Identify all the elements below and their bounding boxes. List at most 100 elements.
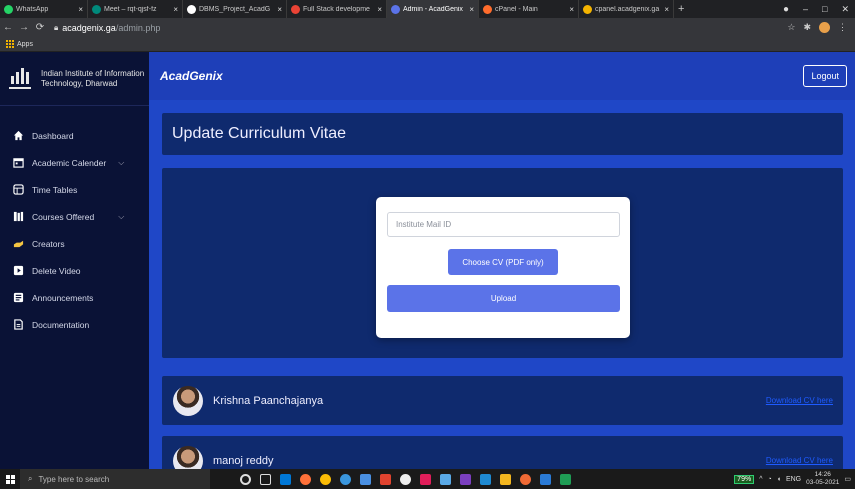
url-host: acadgenix.ga [62,22,116,33]
institute-name: Indian Institute of Information Technolo… [41,68,145,88]
address-bar: ← → ⟳ 🔒︎ acadgenix.ga/admin.php ☆ ✱ ⋮ [0,18,855,37]
chrome-icon[interactable] [320,473,331,485]
list-item: Krishna Paanchajanya Download CV here [162,376,843,425]
tray-chevron-icon[interactable]: ^ [759,476,762,483]
app-dot-icon[interactable] [520,473,531,485]
chevron-down-icon[interactable]: ⌵ [118,212,124,222]
notifications-icon[interactable]: ▭ [844,475,851,483]
sidebar-item-documentation[interactable]: Documentation [0,311,149,338]
restore-button[interactable]: □ [822,4,827,15]
extension-icon[interactable]: ✱ [803,22,811,33]
visual-studio-icon[interactable] [460,473,471,485]
record-icon[interactable]: ● [783,4,789,15]
home-icon [12,130,24,142]
battery-indicator[interactable]: 79% [734,474,755,484]
institute-mail-input[interactable] [387,212,620,237]
volume-icon[interactable]: ◖ [777,476,781,483]
sidebar-item-label: Courses Offered [32,211,95,222]
sidebar-item-creators[interactable]: Creators [0,230,149,257]
tab-favicon-icon [583,4,592,14]
close-tab-icon[interactable]: × [173,5,178,14]
megaphone-icon [12,292,24,304]
browser-tab[interactable]: Admin - AcadGenix × [387,0,479,18]
address-actions: ☆ ✱ ⋮ [787,22,855,33]
close-window-button[interactable]: ✕ [841,4,849,15]
tab-label: Full Stack developme [303,5,370,13]
sidebar-item-dashboard[interactable]: Dashboard [0,122,149,149]
bookmarks-bar: Apps [0,37,855,52]
edge-icon[interactable] [340,473,351,485]
minimize-button[interactable]: – [803,4,808,15]
menu-dots-icon[interactable]: ⋮ [838,22,847,33]
close-tab-icon[interactable]: × [377,5,382,14]
video-icon [12,265,24,277]
form-panel: Choose CV (PDF only) Upload [162,168,843,358]
main-area: AcadGenix Logout Update Curriculum Vitae… [149,52,855,469]
taskbar-search-placeholder: Type here to search [38,474,110,484]
sidebar-item-announcements[interactable]: Announcements [0,284,149,311]
sidebar: Indian Institute of Information Technolo… [0,52,149,469]
store-icon[interactable] [280,473,291,485]
language-label[interactable]: ENG [786,476,801,483]
slack-icon[interactable] [420,473,431,485]
chevron-down-icon[interactable]: ⌵ [118,158,124,168]
table-icon [12,184,24,196]
browser-tab[interactable]: WhatsApp × [0,0,88,18]
forward-icon[interactable]: → [16,22,32,33]
close-tab-icon[interactable]: × [469,5,474,14]
close-tab-icon[interactable]: × [664,5,669,14]
apps-grid-icon[interactable] [6,40,14,48]
mail-icon[interactable] [360,473,371,485]
close-tab-icon[interactable]: × [277,5,282,14]
download-cv-link[interactable]: Download CV here [766,396,833,405]
sidebar-item-label: Academic Calender [32,157,107,168]
browser-tabstrip: WhatsApp × Meet – rqt-qjsf-fz × DBMS_Project… [0,0,855,18]
brand-name[interactable]: AcadGenix [160,69,223,83]
sidebar-item-courses-offered[interactable]: Courses Offered ⌵ [0,203,149,230]
cortana-icon[interactable] [240,473,251,485]
upload-button[interactable]: Upload [387,285,620,312]
tab-label: cpanel.acadgenix.ga [595,5,660,13]
tab-label: DBMS_Project_AcadG [199,5,271,13]
office-icon[interactable] [380,473,391,485]
windows-start-icon[interactable] [0,469,20,489]
list-item: manoj reddy Download CV here [162,436,843,469]
profile-avatar-icon[interactable] [819,22,830,33]
url-field[interactable]: 🔒︎ acadgenix.ga/admin.php [54,23,160,33]
app-s-icon[interactable] [500,473,511,485]
close-tab-icon[interactable]: × [569,5,574,14]
taskbar-search[interactable]: ⌕ Type here to search [20,469,210,489]
title-card: Update Curriculum Vitae [162,113,843,155]
new-tab-button[interactable]: + [674,0,688,18]
bookmark-apps[interactable]: Apps [17,41,33,48]
app-blue-icon[interactable] [540,473,551,485]
sidebar-item-delete-video[interactable]: Delete Video [0,257,149,284]
tab-favicon-icon [4,4,13,14]
vscode-icon[interactable] [480,473,491,485]
back-icon[interactable]: ← [0,22,16,33]
choose-cv-button[interactable]: Choose CV (PDF only) [448,249,558,275]
sidebar-item-label: Documentation [32,319,90,330]
cv-upload-form: Choose CV (PDF only) Upload [376,197,630,338]
download-cv-link[interactable]: Download CV here [766,456,833,465]
sidebar-item-time-tables[interactable]: Time Tables [0,176,149,203]
reload-icon[interactable]: ⟳ [32,22,48,33]
task-view-icon[interactable] [260,473,271,485]
browser-tab[interactable]: Meet – rqt-qjsf-fz × [88,0,183,18]
firefox-icon[interactable] [300,473,311,485]
tab-label: cPanel - Main [495,5,538,13]
browser-tab[interactable]: Full Stack developme × [287,0,387,18]
excel-icon[interactable] [560,473,571,485]
browser-tab[interactable]: cpanel.acadgenix.ga × [579,0,674,18]
browser-tab[interactable]: DBMS_Project_AcadG × [183,0,287,18]
tab-label: Admin - AcadGenix [403,5,463,13]
photos-icon[interactable] [440,473,451,485]
browser-tab[interactable]: cPanel - Main × [479,0,579,18]
sidebar-item-academic-calender[interactable]: Academic Calender ⌵ [0,149,149,176]
logout-button[interactable]: Logout [803,65,847,87]
clock[interactable]: 14:26 03-05-2021 [806,471,839,487]
star-icon[interactable]: ☆ [787,22,795,33]
network-icon[interactable]: ◔ [767,476,771,483]
close-tab-icon[interactable]: × [78,5,83,14]
github-icon[interactable] [400,473,411,485]
